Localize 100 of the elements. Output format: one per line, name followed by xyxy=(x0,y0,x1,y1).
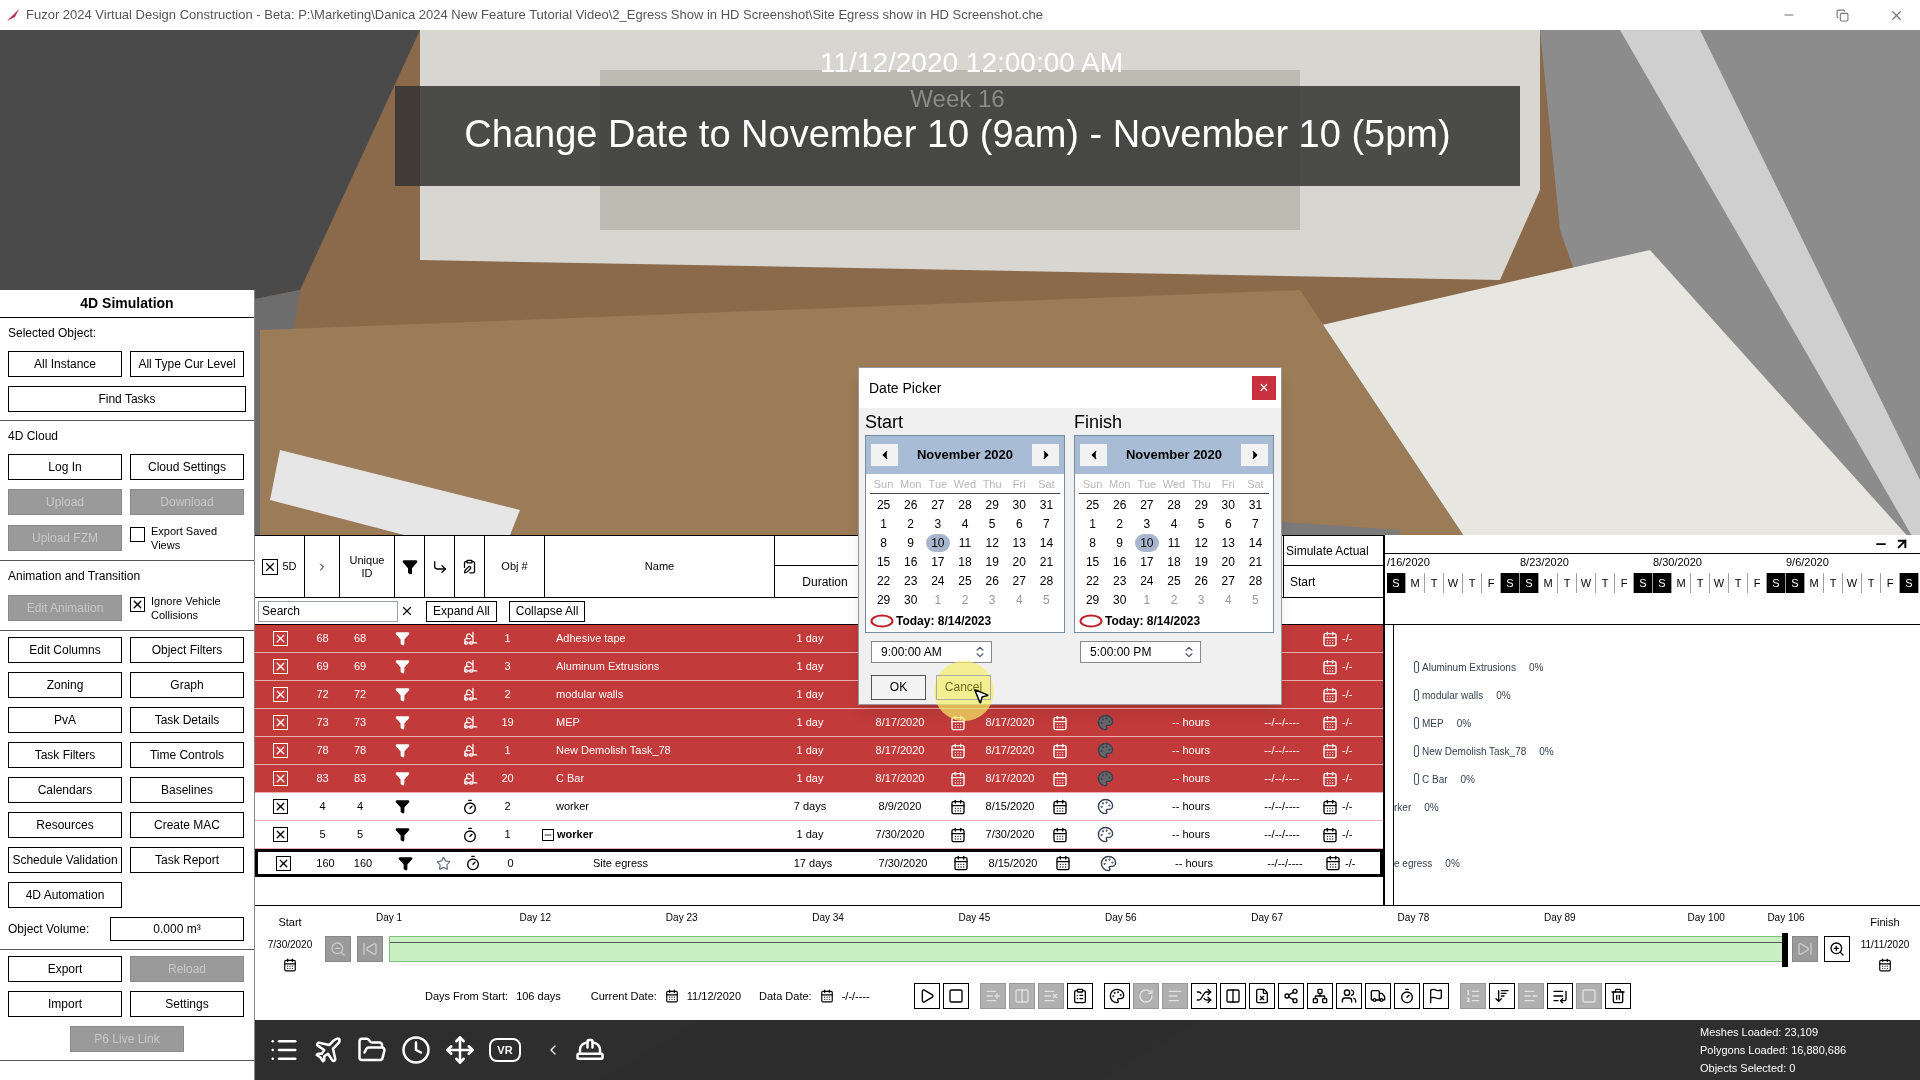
calendar-day[interactable]: 11 xyxy=(1162,534,1186,552)
plane-icon[interactable] xyxy=(313,1035,343,1065)
palette-icon[interactable] xyxy=(1099,854,1117,872)
next-month-button[interactable] xyxy=(1241,444,1268,466)
calendar-day[interactable]: 26 xyxy=(1108,496,1132,514)
palette-icon[interactable] xyxy=(1096,826,1114,843)
filter-icon[interactable] xyxy=(401,558,418,575)
toolbar-button[interactable] xyxy=(1393,983,1420,1009)
panel-button[interactable]: Zoning xyxy=(8,672,122,698)
calendar-day[interactable]: 14 xyxy=(1243,534,1268,552)
calendar-day[interactable]: 2 xyxy=(902,515,920,533)
panel-button[interactable]: Calendars xyxy=(8,777,122,803)
collapse-all-button[interactable]: Collapse All xyxy=(508,600,586,622)
row-checkbox[interactable] xyxy=(272,799,288,814)
calendar-day[interactable]: 11 xyxy=(953,534,977,552)
calendar-day[interactable]: 4 xyxy=(1165,515,1183,533)
panel-button[interactable]: Resources xyxy=(8,812,122,838)
restore-icon[interactable] xyxy=(1836,8,1849,22)
calendar-day[interactable]: 30 xyxy=(1007,496,1031,514)
toolbar-button[interactable] xyxy=(1422,983,1449,1009)
header-checkbox[interactable] xyxy=(262,558,279,575)
task-bar[interactable] xyxy=(1414,717,1419,729)
calendar-day[interactable]: 22 xyxy=(1080,572,1105,590)
task-bar[interactable] xyxy=(1414,773,1419,785)
calendar-day[interactable]: 16 xyxy=(899,553,923,571)
toolbar-button[interactable] xyxy=(913,983,940,1009)
task-bar[interactable] xyxy=(1414,745,1419,757)
calendar-day[interactable]: 10 xyxy=(1135,534,1159,552)
calendar-day[interactable]: 29 xyxy=(1189,496,1213,514)
calendar-day[interactable]: 24 xyxy=(926,572,950,590)
calendar-icon[interactable] xyxy=(1878,957,1892,972)
calendar-day[interactable]: 28 xyxy=(1243,572,1268,590)
panel-button[interactable]: PvA xyxy=(8,707,122,733)
panel-button[interactable]: Object Filters xyxy=(130,637,244,663)
calendar-day[interactable]: 8 xyxy=(1084,534,1101,552)
calendar-day[interactable]: 19 xyxy=(1189,553,1213,571)
clock-icon[interactable] xyxy=(401,1035,431,1065)
task-row[interactable]: 160 160 0 Site egress 17 days 7/30/2020 8/15/2020 -- hours --/--/---- -/- xyxy=(255,849,1383,877)
calendar-day[interactable]: 13 xyxy=(1216,534,1240,552)
calendar-day[interactable]: 25 xyxy=(1162,572,1186,590)
calendar-day[interactable]: 3 xyxy=(1138,515,1156,533)
calendar-day[interactable]: 5 xyxy=(1192,515,1210,533)
calendar-day[interactable]: 31 xyxy=(1243,496,1268,514)
calendar-icon[interactable] xyxy=(283,957,297,972)
calendar-day[interactable]: 9 xyxy=(902,534,920,552)
row-checkbox[interactable] xyxy=(272,827,288,842)
palette-icon[interactable] xyxy=(1096,798,1114,815)
toolbar-button[interactable] xyxy=(1546,983,1573,1009)
calendar-icon[interactable] xyxy=(952,855,969,871)
star-icon[interactable] xyxy=(435,855,451,871)
calendar-day[interactable]: 18 xyxy=(953,553,977,571)
toolbar-button[interactable] xyxy=(1248,983,1275,1009)
row-checkbox[interactable] xyxy=(275,855,291,871)
panel-button[interactable]: Schedule Validation xyxy=(8,847,122,873)
previous-month-button[interactable] xyxy=(1080,444,1107,466)
calendar-day[interactable]: 30 xyxy=(1108,591,1132,609)
calendar-day[interactable]: 1 xyxy=(875,515,892,533)
toolbar-button[interactable] xyxy=(1219,983,1246,1009)
calendar-day[interactable]: 29 xyxy=(871,591,896,609)
calendar-icon[interactable] xyxy=(1321,826,1338,843)
toolbar-button[interactable] xyxy=(1306,983,1333,1009)
calendar-day[interactable]: 27 xyxy=(1007,572,1031,590)
cancel-button[interactable]: Cancel xyxy=(936,674,991,700)
column-header[interactable]: Obj # xyxy=(501,558,528,575)
arrow-icon[interactable] xyxy=(431,558,448,575)
calendar-day[interactable]: 18 xyxy=(1162,553,1186,571)
calendar-day[interactable]: 4 xyxy=(956,515,974,533)
calendar-day[interactable]: 12 xyxy=(1189,534,1213,552)
vr-button[interactable]: VR xyxy=(489,1038,521,1062)
calendar-day[interactable]: 30 xyxy=(1216,496,1240,514)
calendar-day[interactable]: 7 xyxy=(1038,515,1055,533)
time-field[interactable]: 5:00:00 PM xyxy=(1080,640,1201,663)
calendar-day[interactable]: 19 xyxy=(980,553,1004,571)
calendar-day[interactable]: 16 xyxy=(1108,553,1132,571)
calendar-day[interactable]: 27 xyxy=(926,496,950,514)
calendar-day[interactable]: 24 xyxy=(1135,572,1159,590)
calendar-icon[interactable] xyxy=(1321,798,1338,815)
calendar-day[interactable]: 12 xyxy=(980,534,1004,552)
timeline-handle[interactable] xyxy=(1782,933,1788,967)
calendar-day[interactable]: 29 xyxy=(980,496,1004,514)
toolbar-button[interactable] xyxy=(1066,983,1093,1009)
panel-button[interactable]: Edit Columns xyxy=(8,637,122,663)
toolbar-button[interactable] xyxy=(1190,983,1217,1009)
panel-button[interactable]: Create MAC xyxy=(130,812,244,838)
calendar-day[interactable]: 28 xyxy=(1034,572,1059,590)
calendar-day[interactable]: 27 xyxy=(1135,496,1159,514)
panel-button[interactable]: 4D Automation xyxy=(8,882,122,908)
zoom-in-button[interactable] xyxy=(1824,936,1850,962)
calendar-day[interactable]: 15 xyxy=(871,553,896,571)
calendar-icon[interactable] xyxy=(949,826,966,843)
ok-button[interactable]: OK xyxy=(871,674,926,700)
next-month-button[interactable] xyxy=(1032,444,1059,466)
calendar-day[interactable]: 26 xyxy=(899,496,923,514)
close-button[interactable]: × xyxy=(1252,376,1276,400)
calendar-day[interactable]: 17 xyxy=(1135,553,1159,571)
calendar-day[interactable]: 28 xyxy=(953,496,977,514)
search-field[interactable]: Search xyxy=(258,600,398,622)
calendar-icon[interactable] xyxy=(949,798,966,815)
calendar-day[interactable]: 20 xyxy=(1216,553,1240,571)
panel-button[interactable]: Task Report xyxy=(130,847,244,873)
